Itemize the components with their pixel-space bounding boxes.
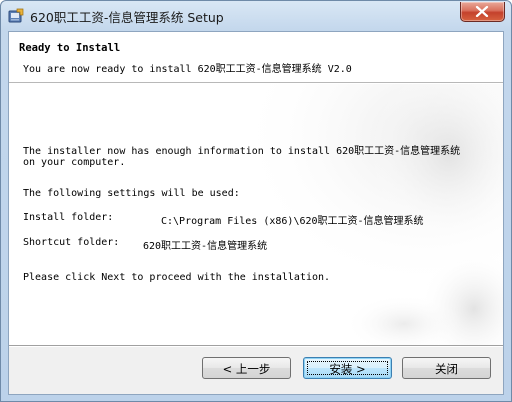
install-folder-label: Install folder: (23, 212, 114, 223)
install-folder-value: C:\Program Files (x86)\620职工工资-信息管理系统 (161, 216, 424, 227)
installer-window: 620职工工资-信息管理系统 Setup Ready to Install Yo… (0, 0, 512, 402)
shortcut-folder-value: 620职工工资-信息管理系统 (143, 241, 268, 252)
content-area: The installer now has enough information… (9, 84, 503, 345)
installer-icon (8, 8, 24, 24)
settings-heading: The following settings will be used: (23, 188, 240, 199)
dialog-body: Ready to Install You are now ready to in… (8, 31, 504, 395)
page-title: Ready to Install (19, 42, 121, 54)
window-title: 620职工工资-信息管理系统 Setup (30, 10, 224, 25)
close-icon (475, 6, 489, 17)
close-button[interactable]: 关闭 (402, 357, 491, 379)
intro-text: The installer now has enough information… (23, 146, 461, 168)
back-button[interactable]: < 上一步 (202, 357, 291, 379)
install-button-label: 安装 > (329, 362, 366, 376)
button-bar: < 上一步 安装 > 关闭 (9, 347, 503, 394)
install-button[interactable]: 安装 > (303, 357, 392, 379)
close-window-button[interactable] (460, 2, 505, 22)
proceed-text: Please click Next to proceed with the in… (23, 272, 331, 283)
page-subtitle: You are now ready to install 620职工工资-信息管… (23, 64, 352, 75)
shortcut-folder-label: Shortcut folder: (23, 237, 120, 248)
title-bar[interactable]: 620职工工资-信息管理系统 Setup (1, 1, 511, 31)
page-header: Ready to Install You are now ready to in… (9, 32, 503, 83)
